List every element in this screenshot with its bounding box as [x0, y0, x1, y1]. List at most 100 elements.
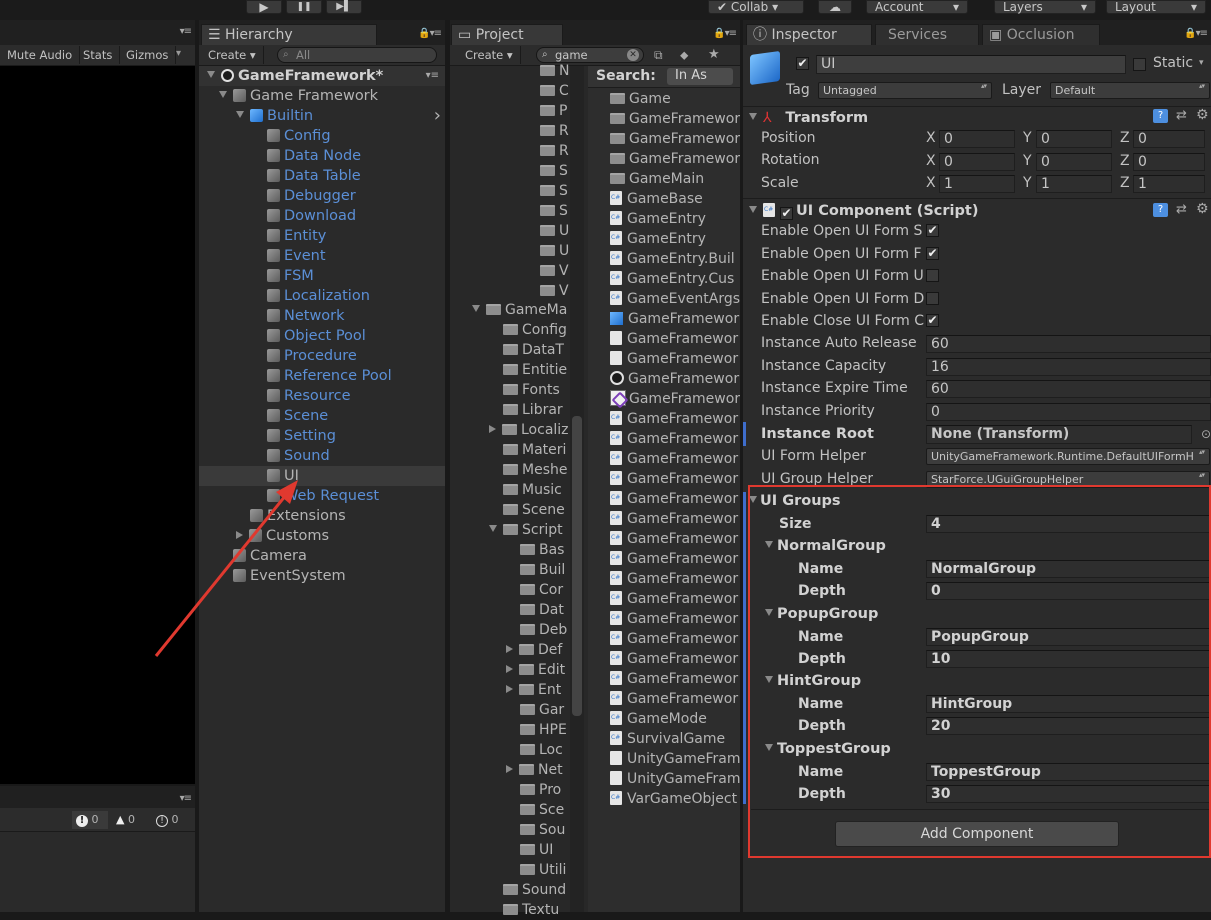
- project-folder-item[interactable]: GameMa: [450, 300, 570, 320]
- project-result-item[interactable]: GameMain: [610, 169, 740, 189]
- project-result-item[interactable]: GameFramewor: [610, 629, 740, 649]
- scale-x-field[interactable]: 1: [939, 175, 1015, 193]
- help-icon[interactable]: ?: [1153, 109, 1168, 123]
- hierarchy-item[interactable]: Setting: [199, 426, 445, 446]
- hierarchy-item[interactable]: Game Framework: [199, 86, 445, 106]
- project-folder-item[interactable]: Bas: [450, 540, 570, 560]
- project-folder-item[interactable]: Textu: [450, 900, 570, 920]
- project-folder-item[interactable]: Pro: [450, 780, 570, 800]
- project-folder-item[interactable]: S: [540, 201, 570, 221]
- expand-right-icon[interactable]: [506, 645, 513, 653]
- project-result-item[interactable]: GameFramewor: [610, 609, 740, 629]
- bool-property-checkbox[interactable]: ✔: [926, 224, 939, 237]
- preset-icon[interactable]: ⇄: [1176, 108, 1187, 123]
- project-result-item[interactable]: GameFramewor: [610, 409, 740, 429]
- scale-z-field[interactable]: 1: [1133, 175, 1205, 193]
- project-result-item[interactable]: GameFramewor: [610, 509, 740, 529]
- hierarchy-item[interactable]: Network: [199, 306, 445, 326]
- project-folder-item[interactable]: DataT: [450, 340, 570, 360]
- numeric-property-field[interactable]: 16: [926, 357, 1211, 376]
- stats-button[interactable]: Stats: [76, 46, 121, 64]
- project-folder-item[interactable]: V: [540, 261, 570, 281]
- tag-dropdown[interactable]: Untagged: [818, 82, 992, 99]
- expand-right-icon[interactable]: [506, 685, 513, 693]
- expand-down-icon[interactable]: [219, 91, 227, 98]
- tab-occlusion[interactable]: ▣ Occlusion: [982, 24, 1100, 45]
- chevron-down-icon[interactable]: ▾: [176, 48, 181, 59]
- project-result-item[interactable]: GameFramewor: [610, 569, 740, 589]
- project-folder-item[interactable]: N: [540, 61, 570, 81]
- project-result-item[interactable]: SurvivalGame: [610, 729, 740, 749]
- project-result-item[interactable]: GameFramewor: [610, 389, 740, 409]
- tab-services[interactable]: Services: [875, 24, 979, 45]
- layers-dropdown[interactable]: Layers ▾: [994, 0, 1096, 14]
- tab-hierarchy[interactable]: ☰ Hierarchy: [201, 24, 377, 45]
- position-x-field[interactable]: 0: [939, 130, 1015, 148]
- project-folder-item[interactable]: Config: [450, 320, 570, 340]
- project-result-item[interactable]: GameFramewor: [610, 549, 740, 569]
- chevron-right-icon[interactable]: ›: [434, 106, 441, 126]
- hierarchy-item[interactable]: Debugger: [199, 186, 445, 206]
- expand-down-icon[interactable]: [489, 525, 497, 532]
- ui-form-helper-dropdown[interactable]: UnityGameFramework.Runtime.DefaultUIForm…: [926, 448, 1210, 465]
- position-y-field[interactable]: 0: [1036, 130, 1112, 148]
- project-folder-item[interactable]: Entitie: [450, 360, 570, 380]
- project-result-item[interactable]: GameFramewor: [610, 469, 740, 489]
- rotation-z-field[interactable]: 0: [1133, 152, 1205, 171]
- scale-y-field[interactable]: 1: [1036, 175, 1112, 193]
- console-errors-toggle[interactable]: ! 0: [72, 811, 108, 829]
- project-folder-item[interactable]: Dat: [450, 600, 570, 620]
- hierarchy-item[interactable]: Localization: [199, 286, 445, 306]
- project-result-item[interactable]: GameEntry: [610, 209, 740, 229]
- project-folder-item[interactable]: Fonts: [450, 380, 570, 400]
- rotation-x-field[interactable]: 0: [939, 152, 1015, 171]
- expand-down-icon[interactable]: [207, 71, 215, 78]
- layout-dropdown[interactable]: Layout ▾: [1106, 0, 1206, 14]
- project-result-item[interactable]: GameEntry.Cus: [610, 269, 740, 289]
- project-folder-item[interactable]: UI: [450, 840, 570, 860]
- tab-project[interactable]: ▭ Project: [451, 24, 563, 45]
- bool-property-checkbox[interactable]: [926, 269, 939, 282]
- project-result-item[interactable]: UnityGameFram: [610, 749, 740, 769]
- bool-property-checkbox[interactable]: [926, 291, 939, 305]
- project-result-item[interactable]: GameFramewor: [610, 349, 740, 369]
- project-result-item[interactable]: GameFramewor: [610, 649, 740, 669]
- project-result-item[interactable]: GameBase: [610, 189, 740, 209]
- project-folder-item[interactable]: R: [540, 121, 570, 141]
- lock-icon[interactable]: 🔒▾≡: [713, 28, 737, 39]
- hierarchy-create-dropdown[interactable]: Create ▾: [201, 46, 264, 64]
- layer-dropdown[interactable]: Default: [1050, 82, 1210, 99]
- object-picker-icon[interactable]: ⊙: [1201, 427, 1211, 441]
- step-button[interactable]: ▶▌: [326, 0, 362, 14]
- static-checkbox[interactable]: [1133, 58, 1146, 71]
- project-folder-item[interactable]: HPE: [450, 720, 570, 740]
- project-result-item[interactable]: GameEntry.Buil: [610, 249, 740, 269]
- expand-down-icon[interactable]: [749, 113, 757, 120]
- project-folder-item[interactable]: P: [540, 101, 570, 121]
- project-result-item[interactable]: GameFramewor: [610, 529, 740, 549]
- numeric-property-field[interactable]: 0: [926, 402, 1211, 421]
- tree-scrollbar-thumb[interactable]: [572, 416, 582, 716]
- hierarchy-item[interactable]: Entity: [199, 226, 445, 246]
- ui-component-header[interactable]: ✔UI Component (Script): [749, 200, 978, 222]
- hierarchy-item[interactable]: Procedure: [199, 346, 445, 366]
- expand-down-icon[interactable]: [236, 111, 244, 118]
- tree-scrollbar[interactable]: [570, 66, 584, 912]
- project-result-item[interactable]: Game: [610, 89, 740, 109]
- project-folder-item[interactable]: Localiz: [450, 420, 570, 440]
- expand-down-icon[interactable]: [472, 305, 480, 312]
- hierarchy-item[interactable]: Resource: [199, 386, 445, 406]
- hierarchy-item[interactable]: Data Table: [199, 166, 445, 186]
- gizmos-button[interactable]: Gizmos: [119, 46, 177, 64]
- expand-right-icon[interactable]: [506, 665, 513, 673]
- hierarchy-item[interactable]: Scene: [199, 406, 445, 426]
- project-folder-item[interactable]: C: [540, 81, 570, 101]
- collab-dropdown[interactable]: ✔ Collab ▾: [708, 0, 804, 14]
- hierarchy-item[interactable]: Download: [199, 206, 445, 226]
- project-folder-item[interactable]: R: [540, 141, 570, 161]
- expand-right-icon[interactable]: [489, 425, 496, 433]
- help-icon[interactable]: ?: [1153, 203, 1168, 217]
- project-result-item[interactable]: GameFramewor: [610, 129, 740, 149]
- project-create-dropdown[interactable]: Create ▾: [458, 46, 521, 64]
- numeric-property-field[interactable]: 60: [926, 335, 1211, 353]
